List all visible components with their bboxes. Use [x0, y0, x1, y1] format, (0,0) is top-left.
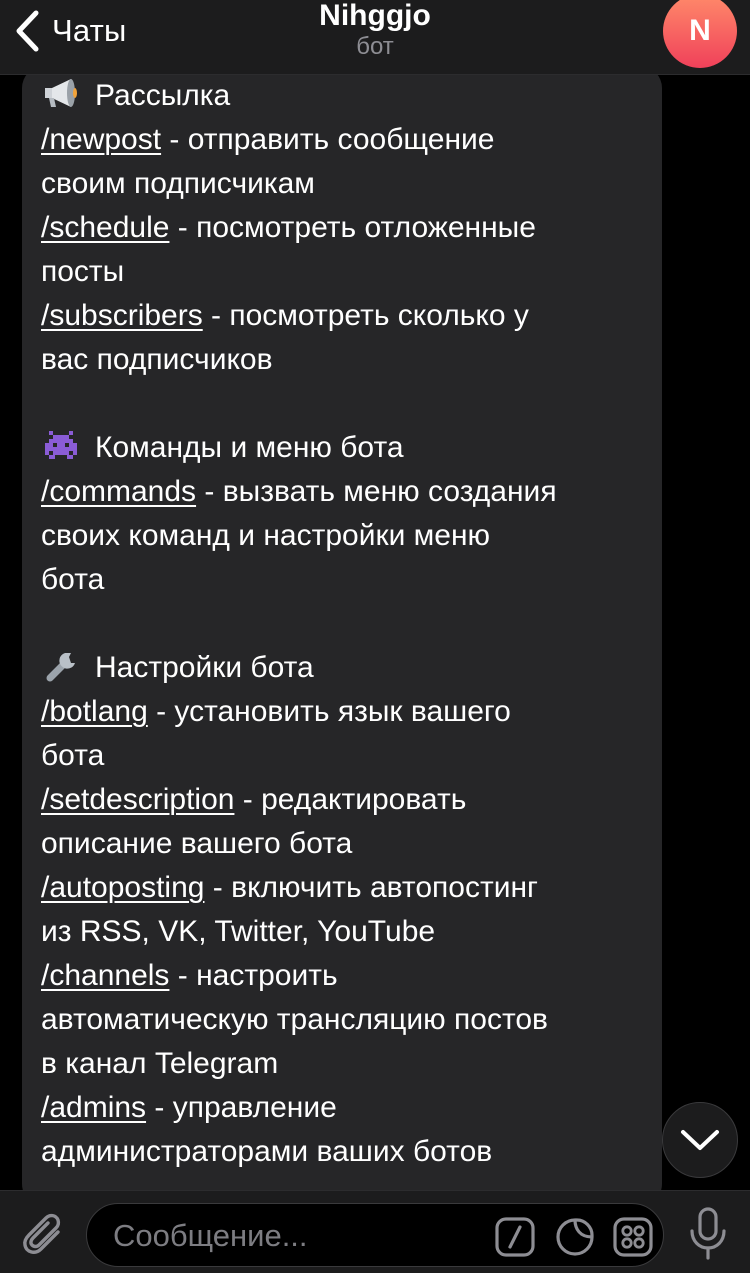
- command-description: - установить язык вашего: [147, 695, 511, 728]
- megaphone-icon: [41, 75, 81, 111]
- message-line: бота: [41, 734, 653, 778]
- command-description: бота: [41, 739, 105, 772]
- avatar[interactable]: N: [663, 0, 737, 68]
- message-line: /setdescription - редактировать: [41, 778, 653, 822]
- message-line: /botlang - установить язык вашего: [41, 690, 653, 734]
- message-line: бота: [41, 558, 653, 602]
- message-input[interactable]: [111, 1214, 485, 1258]
- command-description: описание вашего бота: [41, 827, 353, 860]
- section-heading: Команды и меню бота: [41, 426, 653, 470]
- chat-header: Чаты Nihggjo бот N: [0, 0, 750, 75]
- message-line: /commands - вызвать меню создания: [41, 470, 653, 514]
- command-description: своим подписчикам: [41, 167, 315, 200]
- command-link-channels[interactable]: /channels: [41, 959, 169, 992]
- paperclip-icon[interactable]: [20, 1211, 66, 1257]
- section-heading: Рассылка: [41, 74, 653, 118]
- chevron-left-icon: [16, 10, 39, 52]
- command-description: посты: [41, 255, 125, 288]
- wrench-icon: [41, 647, 81, 683]
- message-line: автоматическую трансляцию постов: [41, 998, 653, 1042]
- command-description: своих команд и настройки меню: [41, 519, 491, 552]
- command-link-setdescription[interactable]: /setdescription: [41, 783, 234, 816]
- section-heading-text: Настройки бота: [95, 651, 314, 684]
- message-input-field[interactable]: [86, 1203, 664, 1267]
- message-line: /autoposting - включить автопостинг: [41, 866, 653, 910]
- message-line: /schedule - посмотреть отложенные: [41, 206, 653, 250]
- microphone-icon[interactable]: [688, 1207, 728, 1261]
- chevron-down-icon: [681, 1130, 719, 1150]
- command-description: - посмотреть отложенные: [169, 211, 536, 244]
- command-description: в канал Telegram: [41, 1047, 279, 1080]
- scroll-down-button[interactable]: [662, 1102, 738, 1178]
- command-description: - посмотреть сколько у: [202, 299, 529, 332]
- message-line: своим подписчикам: [41, 162, 653, 206]
- chat-screen: Чаты Nihggjo бот N Рассылка/newpost - от…: [0, 0, 750, 1273]
- command-description: - управление: [146, 1091, 337, 1124]
- sticker-icon[interactable]: [555, 1217, 595, 1257]
- message-line: администраторами ваших ботов: [41, 1130, 653, 1174]
- command-description: - настроить: [169, 959, 338, 992]
- space-invader-icon: [41, 427, 81, 463]
- message-list[interactable]: Рассылка/newpost - отправить сообщение св…: [0, 74, 750, 1190]
- command-description: администраторами ваших ботов: [41, 1135, 493, 1168]
- message-line: своих команд и настройки меню: [41, 514, 653, 558]
- message-line: /admins - управление: [41, 1086, 653, 1130]
- command-description: - отправить сообщение: [161, 123, 495, 156]
- bot-commands-icon[interactable]: [495, 1217, 535, 1257]
- command-link-newpost[interactable]: /newpost: [41, 123, 161, 156]
- back-button[interactable]: Чаты: [14, 8, 127, 54]
- message-line: /subscribers - посмотреть сколько у: [41, 294, 653, 338]
- message-line: /channels - настроить: [41, 954, 653, 998]
- command-link-commands[interactable]: /commands: [41, 475, 196, 508]
- message-line: посты: [41, 250, 653, 294]
- section-heading-text: Команды и меню бота: [95, 431, 404, 464]
- message-line: описание вашего бота: [41, 822, 653, 866]
- command-link-admins[interactable]: /admins: [41, 1091, 146, 1124]
- chat-subtitle: бот: [356, 33, 394, 60]
- section-heading: Настройки бота: [41, 646, 653, 690]
- message-line: в канал Telegram: [41, 1042, 653, 1086]
- command-description: вас подписчиков: [41, 343, 273, 376]
- composer-bar: [0, 1190, 750, 1273]
- chat-title-block[interactable]: Nihggjo бот: [200, 0, 550, 61]
- command-description: из RSS, VK, Twitter, YouTube: [41, 915, 436, 948]
- command-description: автоматическую трансляцию постов: [41, 1003, 548, 1036]
- section-heading-text: Рассылка: [95, 79, 231, 112]
- keyboard-menu-icon[interactable]: [613, 1217, 653, 1257]
- command-link-schedule[interactable]: /schedule: [41, 211, 169, 244]
- command-description: - редактировать: [234, 783, 467, 816]
- command-link-subscribers[interactable]: /subscribers: [41, 299, 203, 332]
- message-text: Рассылка/newpost - отправить сообщение св…: [41, 74, 653, 1174]
- command-description: - включить автопостинг: [204, 871, 538, 904]
- command-link-autoposting[interactable]: /autoposting: [41, 871, 204, 904]
- command-description: бота: [41, 563, 105, 596]
- back-label: Чаты: [52, 13, 127, 48]
- message-line: /newpost - отправить сообщение: [41, 118, 653, 162]
- chat-title: Nihggjo: [319, 0, 431, 32]
- message-line: вас подписчиков: [41, 338, 653, 382]
- command-description: - вызвать меню создания: [196, 475, 557, 508]
- message-line: из RSS, VK, Twitter, YouTube: [41, 910, 653, 954]
- command-link-botlang[interactable]: /botlang: [41, 695, 148, 728]
